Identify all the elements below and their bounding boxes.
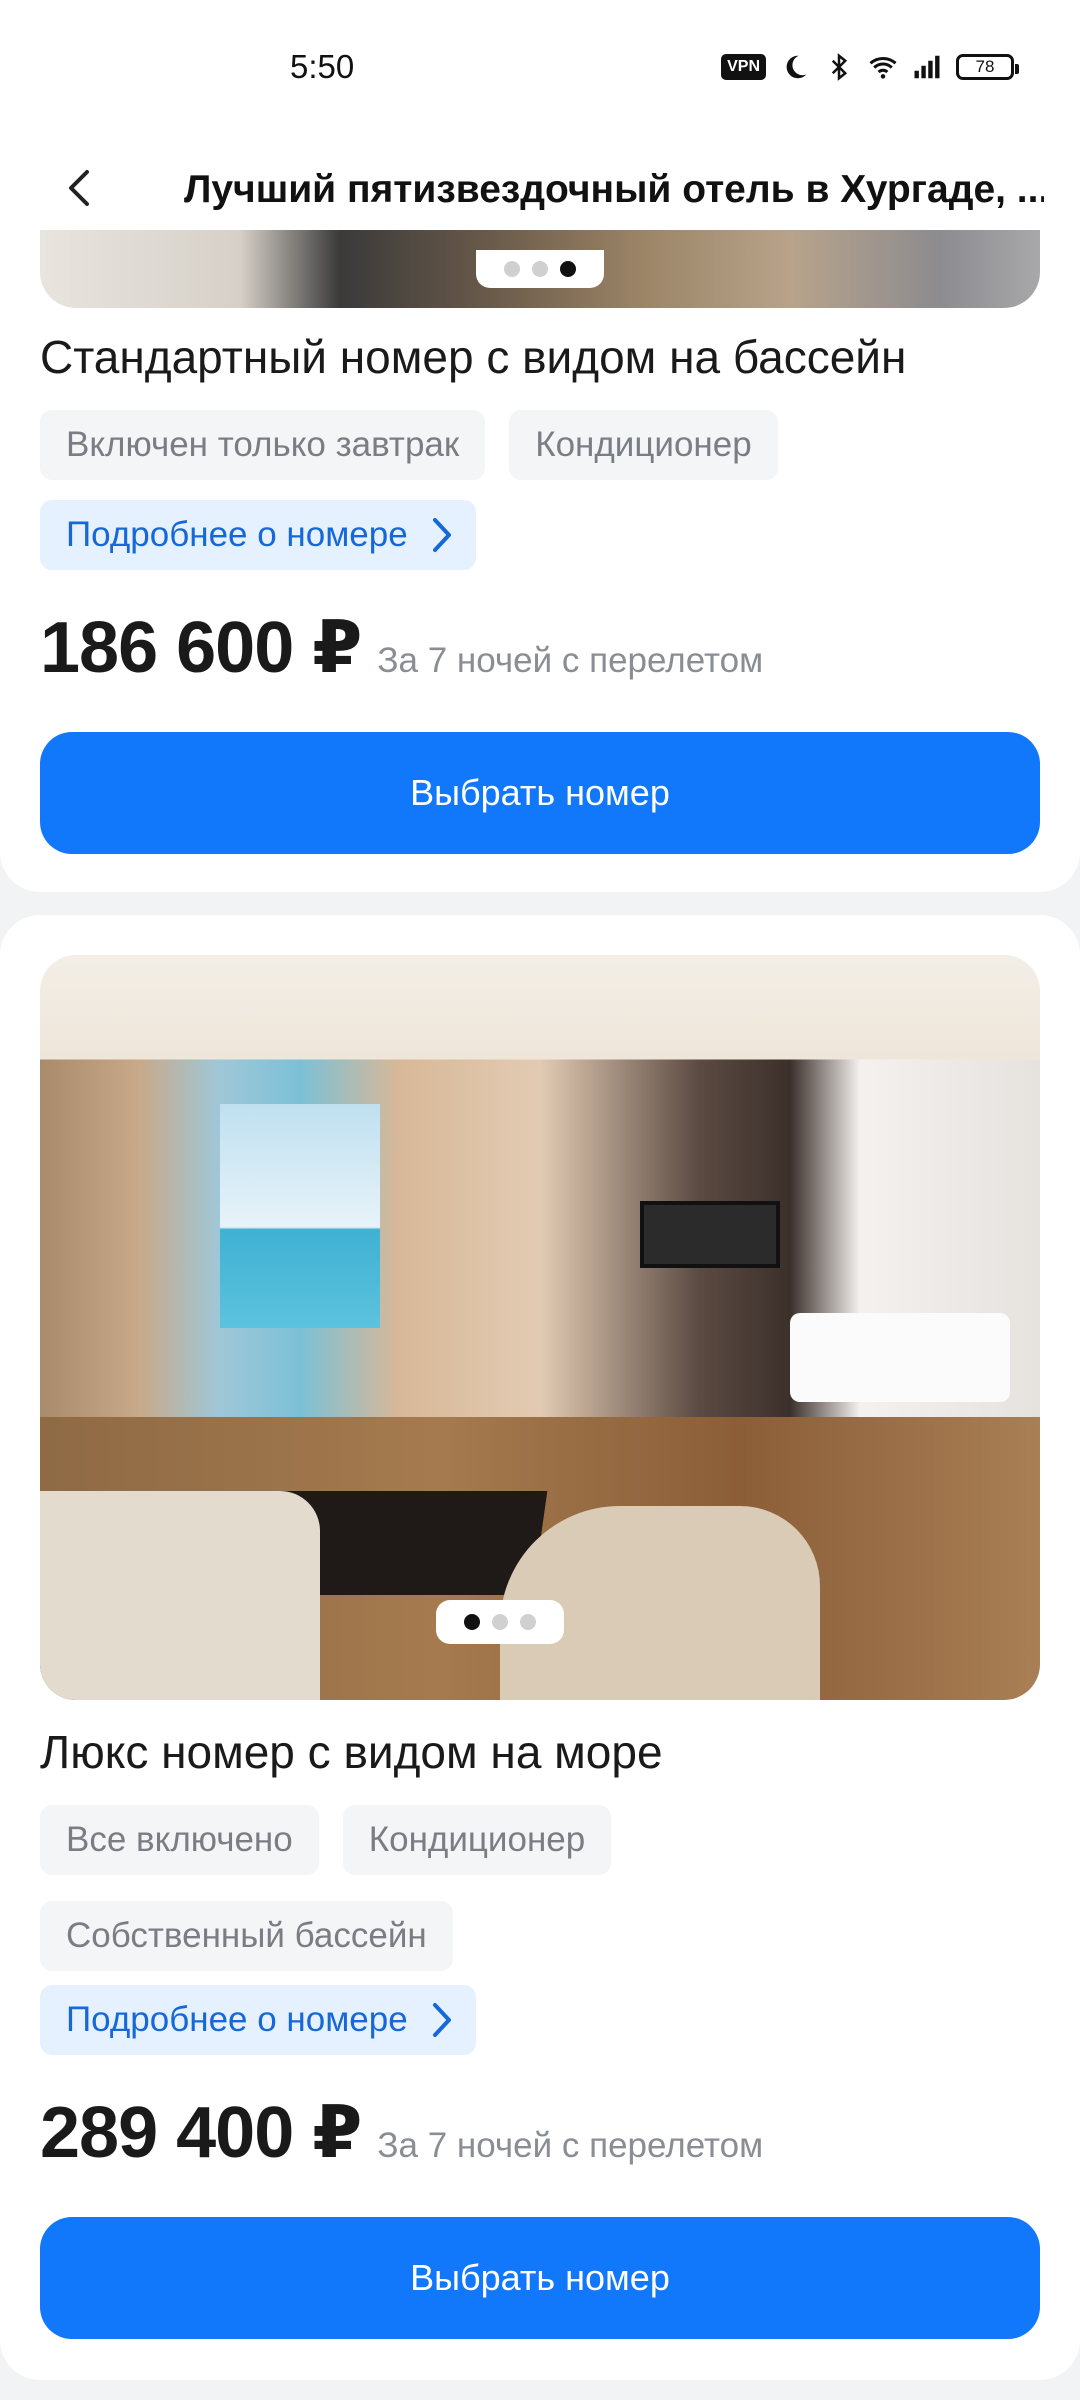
chevron-right-icon: [432, 518, 451, 552]
select-room-button[interactable]: Выбрать номер: [40, 2217, 1040, 2339]
moon-icon: [786, 55, 807, 79]
room-details-label: Подробнее о номере: [66, 2000, 408, 2039]
carousel-dot-active: [560, 261, 576, 277]
room-tag: Кондиционер: [509, 410, 778, 480]
room-tag: Собственный бассейн: [40, 1901, 453, 1971]
vpn-icon: VPN: [721, 54, 766, 80]
room-details-link[interactable]: Подробнее о номере: [40, 1985, 476, 2055]
price-note: За 7 ночей с перелетом: [377, 2126, 764, 2165]
carousel-dot: [532, 261, 548, 277]
photo-bed-shape: [790, 1312, 1010, 1402]
price-row: 289 400 ₽ За 7 ночей с перелетом: [40, 2090, 763, 2174]
room-details-label: Подробнее о номере: [66, 515, 408, 554]
room-card: Люкс номер с видом на море Все включено …: [0, 915, 1080, 2380]
room-tag: Кондиционер: [342, 1805, 612, 1875]
room-details-link[interactable]: Подробнее о номере: [40, 500, 476, 570]
wifi-icon: [869, 56, 897, 79]
price-row: 186 600 ₽ За 7 ночей с перелетом: [40, 605, 763, 689]
photo-tv-shape: [640, 1200, 780, 1268]
photo-sofa-shape: [40, 1491, 320, 1700]
room-tag: Включен только завтрак: [40, 410, 486, 480]
room-tag: Все включено: [40, 1805, 319, 1875]
page-title: Лучший пятизвездочный отель в Хургаде, .…: [184, 168, 1044, 211]
carousel-dot-active: [464, 1614, 480, 1630]
back-button[interactable]: [50, 158, 110, 218]
status-time: 5:50: [290, 48, 355, 85]
chevron-left-icon: [69, 170, 89, 206]
photo-window-shape: [220, 1104, 380, 1328]
carousel-dot: [492, 1614, 508, 1630]
status-icons: VPN 78: [721, 50, 1019, 84]
room-price: 289 400 ₽: [40, 2093, 362, 2173]
chevron-right-icon: [432, 2003, 451, 2037]
room-price: 186 600 ₽: [40, 608, 362, 688]
select-room-button[interactable]: Выбрать номер: [40, 732, 1040, 854]
room-photo[interactable]: [40, 955, 1040, 1700]
room-card: Стандартный номер с видом на бассейн Вкл…: [0, 230, 1080, 892]
battery-icon: 78: [956, 54, 1019, 80]
room-title: Стандартный номер с видом на бассейн: [40, 331, 907, 383]
room-tags: Все включено Кондиционер Собственный бас…: [40, 1805, 1040, 1971]
room-title: Люкс номер с видом на море: [40, 1726, 663, 1778]
price-note: За 7 ночей с перелетом: [377, 641, 764, 680]
carousel-indicator: [436, 1600, 564, 1644]
room-tags: Включен только завтрак Кондиционер: [40, 410, 1040, 480]
bluetooth-icon: [831, 53, 848, 81]
carousel-indicator: [476, 250, 604, 288]
carousel-dot: [520, 1614, 536, 1630]
carousel-dot: [504, 261, 520, 277]
status-bar: 5:50 VPN 78: [0, 0, 1080, 130]
signal-icon: [914, 55, 940, 79]
